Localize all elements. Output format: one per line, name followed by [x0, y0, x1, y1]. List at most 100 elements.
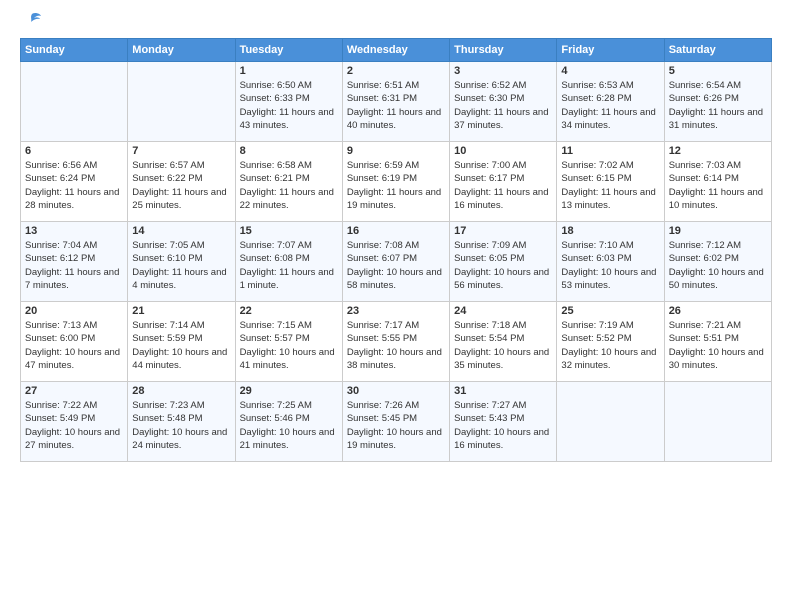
day-number: 24: [454, 305, 552, 317]
sunset-text: Sunset: 6:08 PM: [240, 253, 310, 264]
daylight-text: Daylight: 10 hours and 58 minutes.: [347, 267, 442, 291]
weekday-header-monday: Monday: [128, 39, 235, 62]
sunset-text: Sunset: 5:48 PM: [132, 413, 202, 424]
sunrise-text: Sunrise: 7:08 AM: [347, 240, 419, 251]
day-number: 21: [132, 305, 230, 317]
sunrise-text: Sunrise: 7:26 AM: [347, 400, 419, 411]
sunrise-text: Sunrise: 7:02 AM: [561, 160, 633, 171]
sunrise-text: Sunrise: 6:51 AM: [347, 80, 419, 91]
calendar-body: 1 Sunrise: 6:50 AM Sunset: 6:33 PM Dayli…: [21, 62, 772, 462]
sunset-text: Sunset: 6:15 PM: [561, 173, 631, 184]
day-info: Sunrise: 6:58 AM Sunset: 6:21 PM Dayligh…: [240, 159, 338, 212]
day-number: 7: [132, 145, 230, 157]
weekday-header-thursday: Thursday: [450, 39, 557, 62]
daylight-text: Daylight: 11 hours and 40 minutes.: [347, 107, 441, 131]
sunset-text: Sunset: 6:21 PM: [240, 173, 310, 184]
sunset-text: Sunset: 5:49 PM: [25, 413, 95, 424]
daylight-text: Daylight: 10 hours and 30 minutes.: [669, 347, 764, 371]
logo: [20, 16, 42, 28]
daylight-text: Daylight: 11 hours and 4 minutes.: [132, 267, 226, 291]
day-number: 26: [669, 305, 767, 317]
day-number: 9: [347, 145, 445, 157]
calendar-cell: 6 Sunrise: 6:56 AM Sunset: 6:24 PM Dayli…: [21, 142, 128, 222]
sunset-text: Sunset: 6:05 PM: [454, 253, 524, 264]
day-info: Sunrise: 6:50 AM Sunset: 6:33 PM Dayligh…: [240, 79, 338, 132]
sunset-text: Sunset: 6:03 PM: [561, 253, 631, 264]
sunrise-text: Sunrise: 7:09 AM: [454, 240, 526, 251]
sunrise-text: Sunrise: 7:21 AM: [669, 320, 741, 331]
calendar-cell: 17 Sunrise: 7:09 AM Sunset: 6:05 PM Dayl…: [450, 222, 557, 302]
daylight-text: Daylight: 11 hours and 16 minutes.: [454, 187, 548, 211]
calendar-cell: [664, 382, 771, 462]
weekday-header-row: SundayMondayTuesdayWednesdayThursdayFrid…: [21, 39, 772, 62]
day-number: 19: [669, 225, 767, 237]
day-number: 14: [132, 225, 230, 237]
calendar-week-row: 1 Sunrise: 6:50 AM Sunset: 6:33 PM Dayli…: [21, 62, 772, 142]
calendar-cell: 25 Sunrise: 7:19 AM Sunset: 5:52 PM Dayl…: [557, 302, 664, 382]
calendar-cell: 8 Sunrise: 6:58 AM Sunset: 6:21 PM Dayli…: [235, 142, 342, 222]
calendar-cell: 11 Sunrise: 7:02 AM Sunset: 6:15 PM Dayl…: [557, 142, 664, 222]
day-number: 27: [25, 385, 123, 397]
calendar-cell: 3 Sunrise: 6:52 AM Sunset: 6:30 PM Dayli…: [450, 62, 557, 142]
sunrise-text: Sunrise: 6:53 AM: [561, 80, 633, 91]
day-info: Sunrise: 7:15 AM Sunset: 5:57 PM Dayligh…: [240, 319, 338, 372]
calendar-cell: 2 Sunrise: 6:51 AM Sunset: 6:31 PM Dayli…: [342, 62, 449, 142]
daylight-text: Daylight: 11 hours and 13 minutes.: [561, 187, 655, 211]
sunset-text: Sunset: 6:07 PM: [347, 253, 417, 264]
day-info: Sunrise: 7:13 AM Sunset: 6:00 PM Dayligh…: [25, 319, 123, 372]
day-info: Sunrise: 6:56 AM Sunset: 6:24 PM Dayligh…: [25, 159, 123, 212]
calendar-cell: 15 Sunrise: 7:07 AM Sunset: 6:08 PM Dayl…: [235, 222, 342, 302]
day-info: Sunrise: 7:22 AM Sunset: 5:49 PM Dayligh…: [25, 399, 123, 452]
calendar-cell: 28 Sunrise: 7:23 AM Sunset: 5:48 PM Dayl…: [128, 382, 235, 462]
day-number: 28: [132, 385, 230, 397]
sunrise-text: Sunrise: 7:27 AM: [454, 400, 526, 411]
day-info: Sunrise: 7:25 AM Sunset: 5:46 PM Dayligh…: [240, 399, 338, 452]
sunrise-text: Sunrise: 7:25 AM: [240, 400, 312, 411]
calendar-cell: 7 Sunrise: 6:57 AM Sunset: 6:22 PM Dayli…: [128, 142, 235, 222]
daylight-text: Daylight: 11 hours and 34 minutes.: [561, 107, 655, 131]
day-info: Sunrise: 6:51 AM Sunset: 6:31 PM Dayligh…: [347, 79, 445, 132]
sunrise-text: Sunrise: 7:03 AM: [669, 160, 741, 171]
sunset-text: Sunset: 6:02 PM: [669, 253, 739, 264]
daylight-text: Daylight: 10 hours and 56 minutes.: [454, 267, 549, 291]
sunset-text: Sunset: 6:17 PM: [454, 173, 524, 184]
daylight-text: Daylight: 10 hours and 47 minutes.: [25, 347, 120, 371]
day-info: Sunrise: 7:26 AM Sunset: 5:45 PM Dayligh…: [347, 399, 445, 452]
sunset-text: Sunset: 6:28 PM: [561, 93, 631, 104]
day-info: Sunrise: 7:07 AM Sunset: 6:08 PM Dayligh…: [240, 239, 338, 292]
sunrise-text: Sunrise: 7:23 AM: [132, 400, 204, 411]
day-number: 6: [25, 145, 123, 157]
sunset-text: Sunset: 6:12 PM: [25, 253, 95, 264]
day-info: Sunrise: 6:53 AM Sunset: 6:28 PM Dayligh…: [561, 79, 659, 132]
sunset-text: Sunset: 6:26 PM: [669, 93, 739, 104]
calendar-cell: 19 Sunrise: 7:12 AM Sunset: 6:02 PM Dayl…: [664, 222, 771, 302]
calendar-cell: 27 Sunrise: 7:22 AM Sunset: 5:49 PM Dayl…: [21, 382, 128, 462]
daylight-text: Daylight: 11 hours and 31 minutes.: [669, 107, 763, 131]
calendar-cell: 12 Sunrise: 7:03 AM Sunset: 6:14 PM Dayl…: [664, 142, 771, 222]
calendar-cell: 20 Sunrise: 7:13 AM Sunset: 6:00 PM Dayl…: [21, 302, 128, 382]
calendar-cell: [128, 62, 235, 142]
sunrise-text: Sunrise: 7:00 AM: [454, 160, 526, 171]
day-number: 23: [347, 305, 445, 317]
day-info: Sunrise: 7:14 AM Sunset: 5:59 PM Dayligh…: [132, 319, 230, 372]
daylight-text: Daylight: 10 hours and 24 minutes.: [132, 427, 227, 451]
daylight-text: Daylight: 11 hours and 7 minutes.: [25, 267, 119, 291]
sunrise-text: Sunrise: 7:12 AM: [669, 240, 741, 251]
calendar-cell: 1 Sunrise: 6:50 AM Sunset: 6:33 PM Dayli…: [235, 62, 342, 142]
daylight-text: Daylight: 10 hours and 27 minutes.: [25, 427, 120, 451]
daylight-text: Daylight: 11 hours and 1 minute.: [240, 267, 334, 291]
calendar-table: SundayMondayTuesdayWednesdayThursdayFrid…: [20, 38, 772, 462]
sunrise-text: Sunrise: 7:19 AM: [561, 320, 633, 331]
calendar-cell: [21, 62, 128, 142]
calendar-cell: 30 Sunrise: 7:26 AM Sunset: 5:45 PM Dayl…: [342, 382, 449, 462]
day-number: 3: [454, 65, 552, 77]
daylight-text: Daylight: 10 hours and 35 minutes.: [454, 347, 549, 371]
sunrise-text: Sunrise: 7:04 AM: [25, 240, 97, 251]
calendar-cell: [557, 382, 664, 462]
daylight-text: Daylight: 11 hours and 19 minutes.: [347, 187, 441, 211]
sunset-text: Sunset: 6:14 PM: [669, 173, 739, 184]
day-number: 17: [454, 225, 552, 237]
weekday-header-wednesday: Wednesday: [342, 39, 449, 62]
page-header: [20, 16, 772, 28]
weekday-header-tuesday: Tuesday: [235, 39, 342, 62]
